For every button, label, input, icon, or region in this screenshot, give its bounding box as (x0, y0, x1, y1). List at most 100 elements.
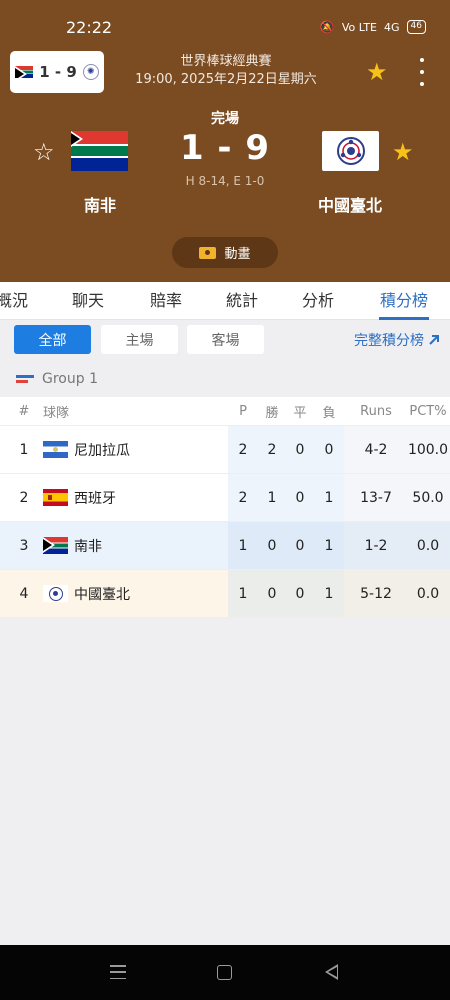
table-row[interactable]: 2 西班牙 2 1 0 1 13-7 50.0 (0, 474, 450, 522)
content-empty-area (0, 620, 450, 945)
row-losses: 0 (324, 441, 334, 458)
header-runs: Runs (360, 403, 392, 419)
tab-standings[interactable]: 積分榜 (376, 282, 432, 320)
row-team-name: 西班牙 (74, 490, 116, 507)
recent-apps-icon[interactable] (110, 965, 126, 979)
mini-scoreboard[interactable]: 1 - 9 ✺ (10, 51, 104, 93)
filter-all[interactable]: 全部 (14, 325, 91, 354)
row-team: 西班牙 (43, 474, 223, 521)
status-time: 22:22 (66, 18, 113, 37)
south-africa-flag-icon (15, 66, 34, 78)
header-played: P (239, 403, 247, 419)
header-draws: 平 (293, 405, 307, 421)
tab-analysis[interactable]: 分析 (296, 282, 340, 320)
away-team-name[interactable]: 中國臺北 (300, 192, 400, 216)
row-runs: 4-2 (364, 441, 388, 458)
row-losses: 1 (324, 585, 334, 602)
full-standings-link[interactable]: 完整積分榜 (354, 330, 440, 350)
row-losses: 1 (324, 537, 334, 554)
volte-icon: Vo LTE (341, 20, 378, 34)
row-runs: 13-7 (360, 489, 392, 506)
row-wins: 0 (267, 585, 277, 602)
row-wins: 1 (267, 489, 277, 506)
header-pct: PCT% (409, 403, 447, 419)
tab-stats[interactable]: 統計 (220, 282, 264, 320)
full-standings-label: 完整積分榜 (354, 333, 424, 349)
row-runs: 5-12 (360, 585, 392, 602)
group-header: Group 1 (0, 364, 450, 394)
header-wins: 勝 (265, 405, 279, 421)
row-rank: 2 (19, 489, 29, 506)
system-navigation-bar (0, 945, 450, 1000)
south-africa-flag-icon (43, 537, 68, 554)
row-losses: 1 (324, 489, 334, 506)
table-row[interactable]: 1 尼加拉瓜 2 2 0 0 4-2 100.0 (0, 426, 450, 474)
standings-table: # 球隊 P 勝 平 負 Runs PCT% 1 尼加拉瓜 2 2 0 0 4-… (0, 397, 450, 618)
nicaragua-flag-icon (43, 441, 68, 458)
tournament-name: 世界棒球經典賽 (180, 54, 272, 69)
row-pct: 0.0 (416, 585, 440, 602)
favorite-away-star-icon[interactable]: ★ (392, 138, 414, 166)
tournament-info: 世界棒球經典賽 19:00, 2025年2月22日星期六 (110, 53, 342, 89)
table-row[interactable]: 3 南非 1 0 0 1 1-2 0.0 (0, 522, 450, 570)
match-header: 22:22 🔕 Vo LTE 4G 46 1 - 9 ✺ 世界棒球經典賽 19:… (0, 0, 450, 282)
tab-bar: 概況 聊天 賠率 統計 分析 積分榜 (0, 282, 450, 320)
row-wins: 2 (267, 441, 277, 458)
filter-home[interactable]: 主場 (101, 325, 178, 354)
row-draws: 0 (295, 489, 305, 506)
filter-away[interactable]: 客場 (187, 325, 264, 354)
group-name: Group 1 (42, 371, 98, 387)
back-icon[interactable] (325, 964, 338, 980)
table-row[interactable]: 4 中國臺北 1 0 0 1 5-12 0.0 (0, 570, 450, 618)
table-header: # 球隊 P 勝 平 負 Runs PCT% (0, 397, 450, 426)
row-team: 中國臺北 (43, 570, 223, 617)
row-pct: 0.0 (416, 537, 440, 554)
signal-icon: 4G (384, 20, 400, 34)
row-played: 1 (238, 585, 248, 602)
row-team-name: 南非 (74, 538, 102, 555)
chinese-taipei-emblem-icon: ✺ (82, 64, 99, 80)
row-wins: 0 (267, 537, 277, 554)
row-rank: 1 (19, 441, 29, 458)
mini-score-text: 1 - 9 (39, 63, 77, 81)
arrow-up-right-icon (429, 335, 439, 345)
tab-overview[interactable]: 概況 (0, 282, 32, 320)
home-icon[interactable] (217, 965, 232, 980)
home-team-flag[interactable] (71, 131, 128, 171)
animation-icon (199, 246, 217, 259)
row-draws: 0 (295, 585, 305, 602)
header-losses: 負 (322, 405, 336, 421)
row-runs: 1-2 (364, 537, 388, 554)
more-options-icon[interactable] (414, 58, 430, 86)
mute-icon: 🔕 (319, 20, 335, 34)
home-team-name[interactable]: 南非 (60, 192, 140, 216)
row-played: 2 (238, 489, 248, 506)
animation-label: 動畫 (224, 247, 251, 262)
score-detail: H 8-14, E 1-0 (185, 174, 265, 188)
tab-odds[interactable]: 賠率 (144, 282, 188, 320)
favorite-match-star-icon[interactable]: ★ (366, 58, 388, 86)
header-rank: # (18, 403, 30, 419)
status-icons: 🔕 Vo LTE 4G 46 (320, 20, 426, 34)
chinese-taipei-emblem-icon (43, 585, 68, 602)
row-team: 尼加拉瓜 (43, 426, 223, 473)
header-team: 球隊 (43, 405, 70, 421)
away-team-flag[interactable] (322, 131, 379, 171)
row-played: 1 (238, 537, 248, 554)
row-team-name: 中國臺北 (74, 586, 130, 603)
animation-button[interactable]: 動畫 (172, 237, 278, 268)
match-datetime: 19:00, 2025年2月22日星期六 (135, 72, 317, 87)
row-team: 南非 (43, 522, 223, 569)
row-played: 2 (238, 441, 248, 458)
row-team-name: 尼加拉瓜 (74, 442, 130, 459)
battery-icon: 46 (406, 20, 426, 34)
match-score: 1 - 9 (179, 128, 271, 168)
favorite-home-star-icon[interactable]: ☆ (33, 138, 55, 166)
row-rank: 3 (19, 537, 29, 554)
tab-chat[interactable]: 聊天 (66, 282, 110, 320)
chinese-taipei-emblem-icon (336, 137, 365, 165)
row-pct: 100.0 (407, 441, 449, 458)
tournament-logo-icon (16, 374, 34, 384)
row-rank: 4 (19, 585, 29, 602)
row-draws: 0 (295, 441, 305, 458)
